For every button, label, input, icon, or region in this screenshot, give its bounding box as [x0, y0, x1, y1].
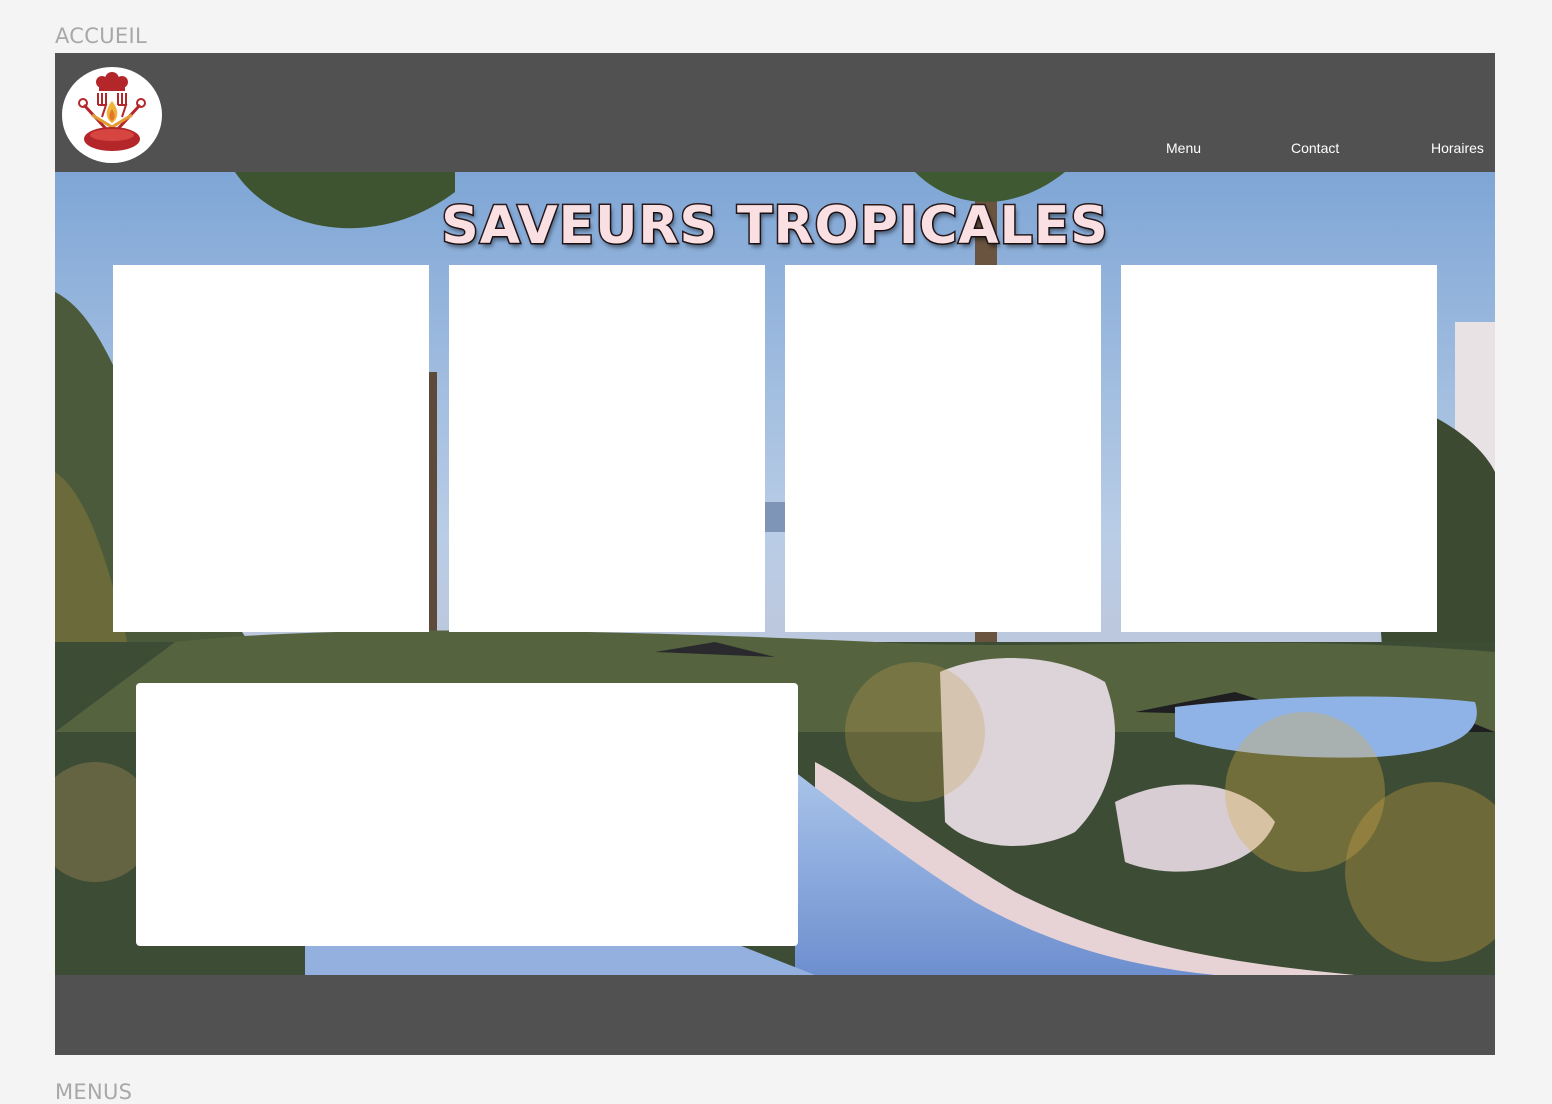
feature-card-2[interactable] — [449, 265, 765, 632]
nav-link-contact[interactable]: Contact — [1291, 140, 1339, 156]
restaurant-logo[interactable] — [62, 67, 162, 163]
nav-link-hours[interactable]: Horaires — [1431, 140, 1484, 156]
hero-section: SAVEURS TROPICALES — [55, 172, 1495, 975]
frame-label-menus: MENUS — [55, 1080, 133, 1104]
feature-card-3[interactable] — [785, 265, 1101, 632]
hero-title: SAVEURS TROPICALES — [440, 195, 1109, 258]
info-card-wide[interactable] — [136, 683, 798, 946]
nav-link-menu[interactable]: Menu — [1166, 140, 1201, 156]
frame-label-accueil: ACCUEIL — [55, 24, 147, 48]
home-frame: Menu Contact Horaires SAVEURS TROPICALES — [55, 53, 1495, 1055]
site-header: Menu Contact Horaires — [55, 53, 1495, 172]
site-footer — [55, 975, 1495, 1055]
feature-card-4[interactable] — [1121, 265, 1437, 632]
feature-card-1[interactable] — [113, 265, 429, 632]
chef-hat-utensils-icon — [78, 72, 146, 151]
